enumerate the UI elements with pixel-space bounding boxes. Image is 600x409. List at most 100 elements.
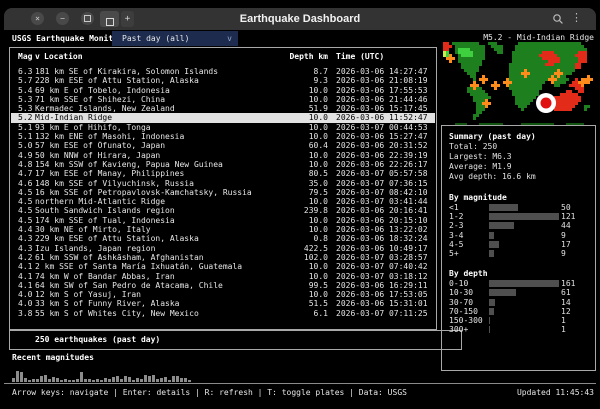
table-row[interactable]: 4.6148 km SSE of Vilyuchinsk, Russia35.0… (11, 179, 435, 188)
histogram-bucket-label: 10-30 (449, 288, 489, 297)
spark-bar (160, 378, 163, 382)
cell-time: 2026-03-06 11:52:47 (336, 113, 430, 122)
spark-bar (76, 379, 79, 382)
cell-depth: 10.0 (276, 262, 328, 271)
timerange-dropdown[interactable]: Past day (all) v (112, 31, 238, 46)
histogram-row: 5+9 (449, 249, 591, 258)
cell-mag: 4.8 (18, 160, 33, 169)
selected-quake-title: M5.2 - Mid-Indian Ridge (483, 33, 594, 42)
menu-icon[interactable]: ⋮ (571, 11, 582, 24)
table-row[interactable]: 4.5South Sandwich Islands region239.8202… (11, 206, 435, 215)
status-bar: Arrow keys: navigate | Enter: details | … (12, 388, 594, 397)
table-row[interactable]: 4.5174 km SSE of Tual, Indonesia10.02026… (11, 216, 435, 225)
table-row[interactable]: 5.1132 km ENE of Masohi, Indonesia10.020… (11, 132, 435, 141)
table-row[interactable]: 4.174 km W of Bandar Abbas, Iran10.02026… (11, 272, 435, 281)
histogram-bar (489, 299, 495, 306)
spark-bar (32, 379, 35, 382)
cell-time: 2026-03-07 05:57:58 (336, 169, 430, 178)
cell-mag: 4.9 (18, 151, 33, 160)
cell-time: 2026-03-06 14:27:47 (336, 67, 430, 76)
cell-time: 2026-03-06 21:44:46 (336, 95, 430, 104)
histogram-count: 161 (561, 279, 587, 288)
column-header-depth[interactable]: Depth km (276, 52, 328, 61)
histogram-bar-track (489, 249, 561, 258)
column-header-time[interactable]: Time (UTC) (336, 52, 430, 61)
cell-loc: 57 km ESE of Ōfunato, Japan (35, 141, 276, 150)
histogram-count: 14 (561, 298, 587, 307)
histogram-count: 9 (561, 249, 587, 258)
cell-mag: 4.3 (18, 234, 33, 243)
table-row[interactable]: 5.371 km SSE of Shihezi, China10.02026-0… (11, 95, 435, 104)
spark-bar (28, 380, 31, 382)
histogram-bucket-label: 1-2 (449, 212, 489, 221)
spark-bar (140, 379, 143, 382)
table-row[interactable]: 4.8154 km SSW of Kavieng, Papua New Guin… (11, 160, 435, 169)
cell-depth: 10.0 (276, 123, 328, 132)
selected-quake-marker-core (541, 98, 552, 109)
cell-mag: 5.7 (18, 76, 33, 85)
histogram-bucket-label: 0-10 (449, 279, 489, 288)
table-row[interactable]: 5.7228 km ESE of Attu Station, Alaska9.3… (11, 76, 435, 85)
spark-bar (24, 378, 27, 382)
table-row[interactable]: 4.5northern Mid-Atlantic Ridge10.02026-0… (11, 197, 435, 206)
table-row[interactable]: 4.516 km SSE of Petropavlovsk-Kamchatsky… (11, 188, 435, 197)
column-header-mag[interactable]: Mag (18, 52, 33, 61)
table-row[interactable]: 4.430 km NE of Mirto, Italy10.02026-03-0… (11, 225, 435, 234)
histogram-bar-track (489, 279, 561, 288)
cell-mag: 5.3 (18, 104, 33, 113)
statusbar-divider (4, 383, 596, 384)
table-row[interactable]: 5.469 km E of Tobelo, Indonesia10.02026-… (11, 86, 435, 95)
spark-bar (16, 371, 19, 382)
by-magnitude-histogram: <1501-21212-3443-494-5175+9 (449, 203, 591, 258)
histogram-count: 44 (561, 221, 587, 230)
histogram-count: 61 (561, 288, 587, 297)
spark-bar (56, 378, 59, 382)
table-row[interactable]: 4.012 km S of Yasuj, Iran10.02026-03-06 … (11, 290, 435, 299)
histogram-row: <150 (449, 203, 591, 212)
table-row[interactable]: 4.717 km ESE of Manay, Philippines80.520… (11, 169, 435, 178)
spark-bar (88, 379, 91, 382)
cell-mag: 4.5 (18, 197, 33, 206)
table-row[interactable]: 4.3229 km ESE of Attu Station, Alaska0.8… (11, 234, 435, 243)
cell-time: 2026-03-06 17:55:53 (336, 86, 430, 95)
search-icon[interactable] (552, 13, 564, 25)
cell-mag: 4.1 (18, 262, 33, 271)
spark-bar (92, 380, 95, 382)
histogram-count: 12 (561, 307, 587, 316)
table-row[interactable]: 4.3Izu Islands, Japan region422.52026-03… (11, 244, 435, 253)
histogram-row: 3-49 (449, 231, 591, 240)
cell-depth: 99.5 (276, 281, 328, 290)
cell-mag: 4.6 (18, 179, 33, 188)
column-header-location[interactable]: Location (44, 52, 276, 61)
cell-time: 2026-03-06 20:31:52 (336, 141, 430, 150)
cell-time: 2026-03-06 20:16:41 (336, 206, 430, 215)
cell-time: 2026-03-06 22:39:19 (336, 151, 430, 160)
summary-largest: Largest: M6.3 (449, 152, 591, 162)
by-magnitude-title: By magnitude (449, 193, 591, 203)
cell-mag: 3.8 (18, 309, 33, 318)
table-row[interactable]: 3.855 km S of Whites City, New Mexico6.1… (11, 309, 435, 318)
histogram-bucket-label: 3-4 (449, 231, 489, 240)
sort-indicator-icon: v (35, 52, 44, 61)
table-row[interactable]: 4.261 km SSW of Ashkāsham, Afghanistan10… (11, 253, 435, 262)
cell-loc: 50 km NNW of Hirara, Japan (35, 151, 276, 160)
cell-loc: Mid-Indian Ridge (35, 113, 276, 122)
histogram-bar-track (489, 240, 561, 249)
table-row[interactable]: 5.2Mid-Indian Ridge10.02026-03-06 11:52:… (11, 113, 435, 122)
spark-bar (48, 379, 51, 382)
table-row[interactable]: 5.057 km ESE of Ōfunato, Japan60.42026-0… (11, 141, 435, 150)
cell-time: 2026-03-06 20:15:10 (336, 216, 430, 225)
table-row[interactable]: 4.164 km SW of San Pedro de Atacama, Chi… (11, 281, 435, 290)
spark-bar (176, 376, 179, 382)
table-row[interactable]: 6.3181 km SE of Kirakira, Solomon Island… (11, 67, 435, 76)
table-row[interactable]: 4.033 km S of Funny River, Alaska51.5202… (11, 299, 435, 308)
histogram-row: 150-3001 (449, 316, 591, 325)
cell-time: 2026-03-06 17:53:05 (336, 290, 430, 299)
spark-bar (12, 378, 15, 382)
table-row[interactable]: 5.193 km E of Hihifo, Tonga10.02026-03-0… (11, 123, 435, 132)
table-row[interactable]: 5.3Kermadec Islands, New Zealand51.92026… (11, 104, 435, 113)
table-row[interactable]: 4.950 km NNW of Hirara, Japan10.02026-03… (11, 151, 435, 160)
cell-loc: 228 km ESE of Attu Station, Alaska (35, 76, 276, 85)
updated-timestamp: Updated 11:45:43 (517, 388, 594, 397)
table-row[interactable]: 4.12 km SSE of Santa María Ixhuatán, Gua… (11, 262, 435, 271)
